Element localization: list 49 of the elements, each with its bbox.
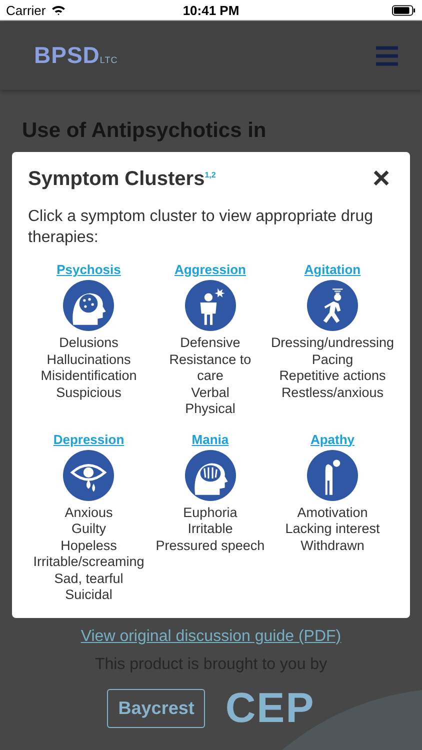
partner-logo: Baycrest: [107, 688, 206, 728]
symptom-text: Misidentification: [40, 368, 137, 384]
head-icon: [63, 280, 114, 331]
symptom-text: Hallucinations: [46, 352, 131, 368]
symptom-text: Guilty: [71, 521, 106, 538]
pdf-link[interactable]: View original discussion guide (PDF): [80, 628, 342, 646]
cluster-link[interactable]: Apathy: [310, 432, 354, 446]
cluster-link[interactable]: Depression: [53, 432, 124, 446]
eye-icon: [63, 450, 114, 500]
person-icon: [184, 280, 236, 331]
symptom-text: Suspicious: [56, 384, 122, 401]
intro-text: Click a symptom cluster to view appropriate drug therapies:: [28, 207, 374, 248]
wifi-icon: [50, 4, 66, 16]
symptom-text: Amotivation: [297, 504, 368, 521]
battery-icon: [392, 4, 416, 16]
dialog-title: Symptom Clusters$^{1,2}$: [28, 168, 216, 190]
symptom-text: Irritable/screaming: [33, 554, 144, 570]
head-icon: [184, 450, 236, 500]
symptom-text: Delusions: [59, 335, 118, 352]
carrier-label: Carrier: [6, 2, 46, 18]
symptom-text: Lacking interest: [285, 521, 380, 538]
symptom-text: Euphoria: [183, 504, 238, 521]
menu-button[interactable]: [374, 44, 400, 68]
cluster-link[interactable]: Psychosis: [56, 262, 121, 277]
symptom-text: Irritable: [188, 521, 233, 538]
symptom-text: Hopeless: [60, 538, 117, 554]
symptom-text: Physical: [185, 401, 236, 418]
symptom-text: Sad, tearful: [54, 570, 124, 587]
symptom-text: Suicidal: [65, 587, 112, 604]
cluster-link[interactable]: Agitation: [304, 262, 361, 277]
symptom-text: Dressing/undressing: [270, 335, 394, 352]
symptom-text: Restless/anxious: [281, 384, 384, 401]
symptom-text: Pacing: [312, 352, 354, 368]
symptom-text: Verbal: [191, 384, 230, 401]
symptom-text: Resistance to care: [168, 352, 252, 384]
symptom-text: Defensive: [180, 335, 240, 352]
walking-person-icon: [306, 280, 358, 331]
status-time: 10:41 PM: [182, 2, 240, 18]
logo[interactable]: BPSD LTC: [34, 42, 118, 69]
cluster-link[interactable]: Aggression: [174, 262, 246, 277]
menu-icon: [376, 46, 398, 66]
cluster-link[interactable]: Mania: [192, 432, 229, 446]
symptom-text: Pressured speech: [156, 538, 265, 554]
symptom-text: Repetitive actions: [279, 368, 386, 384]
partner-logo: CEP: [225, 684, 315, 732]
symptom-text: Anxious: [64, 504, 113, 521]
close-button[interactable]: ×: [368, 166, 394, 192]
person-icon: [306, 450, 358, 500]
symptom-text: Withdrawn: [300, 538, 364, 554]
